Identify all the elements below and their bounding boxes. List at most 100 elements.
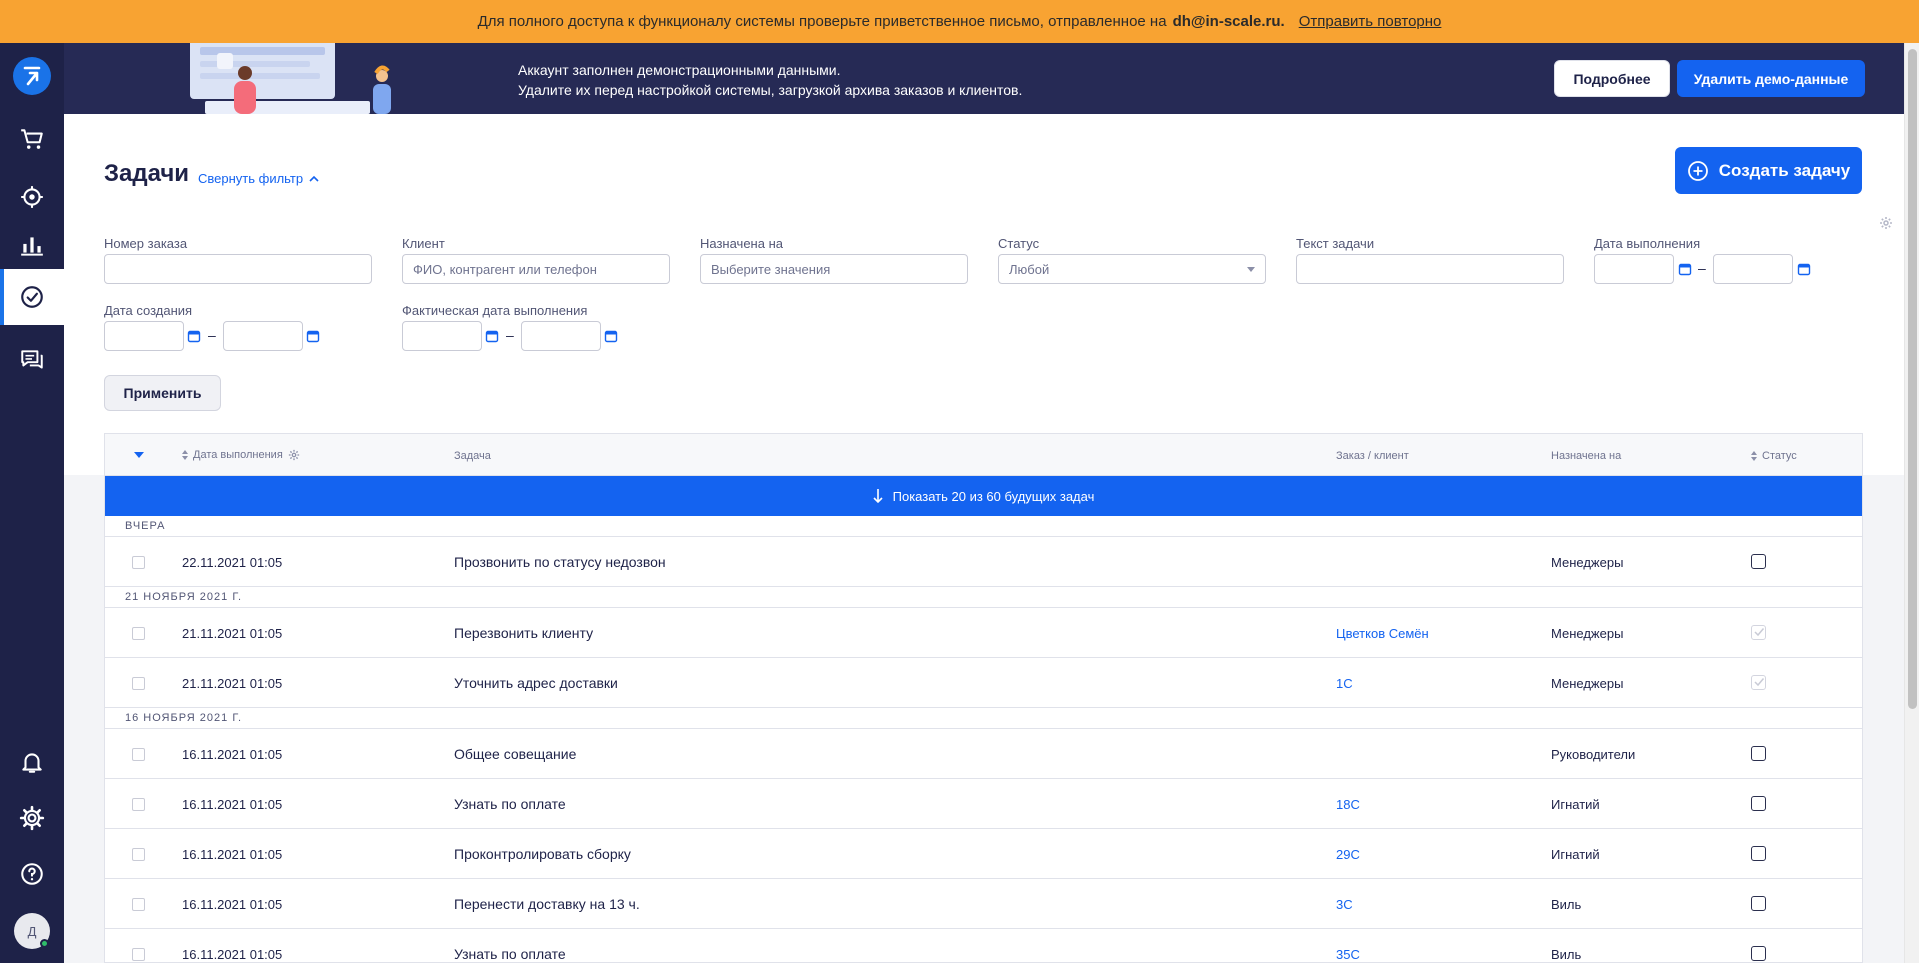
due-date-from-input[interactable]	[1594, 254, 1674, 284]
calendar-icon[interactable]	[1678, 262, 1692, 276]
create-task-button[interactable]: Создать задачу	[1675, 147, 1862, 194]
client-label: Клиент	[402, 236, 445, 251]
row-status-checkbox[interactable]	[1751, 796, 1766, 811]
status-select-value: Любой	[1009, 261, 1050, 277]
row-status-checkbox[interactable]	[1751, 675, 1766, 690]
row-task[interactable]: Узнать по оплате	[454, 796, 566, 812]
resend-link[interactable]: Отправить повторно	[1299, 13, 1442, 30]
row-assigned: Игнатий	[1551, 797, 1600, 812]
due-date-label: Дата выполнения	[1594, 236, 1701, 251]
row-assigned: Руководители	[1551, 747, 1636, 762]
sidebar-item-settings[interactable]	[0, 790, 64, 846]
due-date-to-input[interactable]	[1713, 254, 1793, 284]
calendar-icon[interactable]	[1797, 262, 1811, 276]
avatar[interactable]: Д	[14, 913, 50, 949]
row-order[interactable]: Цветков Семён	[1336, 626, 1429, 641]
sidebar-item-orders[interactable]	[0, 111, 64, 167]
header-task: Задача	[454, 450, 491, 462]
group-header: ВЧЕРА	[105, 516, 1862, 537]
row-select-checkbox[interactable]	[132, 798, 145, 811]
show-more-label: Показать 20 из 60 будущих задач	[892, 488, 1095, 504]
row-status-checkbox[interactable]	[1751, 896, 1766, 911]
row-select-checkbox[interactable]	[132, 898, 145, 911]
row-task[interactable]: Узнать по оплате	[454, 946, 566, 962]
row-assigned: Виль	[1551, 947, 1582, 962]
calendar-icon[interactable]	[306, 329, 320, 343]
task-text-input[interactable]	[1296, 254, 1564, 284]
demo-text-line1: Аккаунт заполнен демонстрационными данны…	[518, 62, 841, 78]
delete-demo-button[interactable]: Удалить демо-данные	[1677, 60, 1865, 97]
created-date-from-input[interactable]	[104, 321, 184, 351]
row-select-checkbox[interactable]	[132, 748, 145, 761]
order-number-input[interactable]	[104, 254, 372, 284]
row-select-checkbox[interactable]	[132, 677, 145, 690]
actual-date-from-input[interactable]	[402, 321, 482, 351]
row-select-checkbox[interactable]	[132, 627, 145, 640]
demo-text-line2: Удалите их перед настройкой системы, заг…	[518, 82, 1023, 98]
row-order[interactable]: 18C	[1336, 797, 1360, 812]
more-button[interactable]: Подробнее	[1554, 60, 1670, 97]
filter-settings-gear-icon[interactable]	[1879, 216, 1893, 230]
table-row[interactable]: 16.11.2021 01:05 Перенести доставку на 1…	[105, 879, 1862, 929]
row-task[interactable]: Перенести доставку на 13 ч.	[454, 896, 640, 912]
status-select[interactable]: Любой	[998, 254, 1266, 284]
assigned-select[interactable]: Выберите значения	[700, 254, 968, 284]
sidebar-item-tasks[interactable]	[0, 269, 64, 325]
actual-date-to-input[interactable]	[521, 321, 601, 351]
table-header: Дата выполнения Задача Заказ / клиент На…	[105, 434, 1862, 476]
row-task[interactable]: Перезвонить клиенту	[454, 625, 593, 641]
help-icon	[21, 863, 43, 885]
status-label: Статус	[998, 236, 1040, 251]
apply-button[interactable]: Применить	[104, 375, 221, 411]
row-order[interactable]: 35C	[1336, 947, 1360, 962]
row-order[interactable]: 29C	[1336, 847, 1360, 862]
scrollbar-thumb[interactable]	[1908, 49, 1917, 709]
check-icon	[1754, 628, 1765, 637]
calendar-icon[interactable]	[485, 329, 499, 343]
table-row[interactable]: 21.11.2021 01:05 Уточнить адрес доставки…	[105, 658, 1862, 708]
sidebar-item-notifications[interactable]	[0, 734, 64, 790]
row-status-checkbox[interactable]	[1751, 846, 1766, 861]
show-more-tasks-button[interactable]: Показать 20 из 60 будущих задач	[105, 476, 1862, 516]
row-task[interactable]: Общее совещание	[454, 746, 576, 762]
row-date: 16.11.2021 01:05	[182, 897, 283, 912]
header-assigned: Назначена на	[1551, 450, 1622, 462]
row-task[interactable]: Прозвонить по статусу недозвон	[454, 554, 666, 570]
table-row[interactable]: 16.11.2021 01:05 Проконтролировать сборк…	[105, 829, 1862, 879]
collapse-filter-link[interactable]: Свернуть фильтр	[198, 171, 319, 186]
table-row[interactable]: 16.11.2021 01:05 Узнать по оплате 18C Иг…	[105, 779, 1862, 829]
header-due-date[interactable]: Дата выполнения	[182, 449, 300, 461]
logo-icon	[23, 66, 41, 86]
row-order[interactable]: 1C	[1336, 676, 1353, 691]
page-scrollbar[interactable]	[1904, 43, 1919, 963]
caret-down-icon[interactable]	[133, 451, 145, 459]
row-status-checkbox[interactable]	[1751, 625, 1766, 640]
row-select-checkbox[interactable]	[132, 848, 145, 861]
sidebar-item-analytics[interactable]	[0, 217, 64, 273]
row-order[interactable]: 3C	[1336, 897, 1353, 912]
demo-banner: Аккаунт заполнен демонстрационными данны…	[64, 43, 1904, 114]
logo[interactable]	[13, 57, 51, 95]
calendar-icon[interactable]	[187, 329, 201, 343]
table-row[interactable]: 16.11.2021 01:05 Узнать по оплате 35C Ви…	[105, 929, 1862, 963]
row-select-checkbox[interactable]	[132, 948, 145, 961]
created-date-to-input[interactable]	[223, 321, 303, 351]
calendar-icon[interactable]	[604, 329, 618, 343]
row-task[interactable]: Уточнить адрес доставки	[454, 675, 618, 691]
gear-icon[interactable]	[288, 449, 300, 461]
row-status-checkbox[interactable]	[1751, 946, 1766, 961]
table-row[interactable]: 16.11.2021 01:05 Общее совещание Руковод…	[105, 729, 1862, 779]
row-assigned: Игнатий	[1551, 847, 1600, 862]
row-status-checkbox[interactable]	[1751, 554, 1766, 569]
table-row[interactable]: 22.11.2021 01:05 Прозвонить по статусу н…	[105, 537, 1862, 587]
row-task[interactable]: Проконтролировать сборку	[454, 846, 631, 862]
client-input[interactable]: ФИО, контрагент или телефон	[402, 254, 670, 284]
sidebar-item-help[interactable]	[0, 846, 64, 902]
table-row[interactable]: 21.11.2021 01:05 Перезвонить клиенту Цве…	[105, 608, 1862, 658]
header-status[interactable]: Статус	[1751, 450, 1797, 462]
row-select-checkbox[interactable]	[132, 556, 145, 569]
row-date: 22.11.2021 01:05	[182, 555, 283, 570]
sidebar-item-chats[interactable]	[0, 332, 64, 388]
row-status-checkbox[interactable]	[1751, 746, 1766, 761]
check-circle-icon	[21, 286, 43, 308]
